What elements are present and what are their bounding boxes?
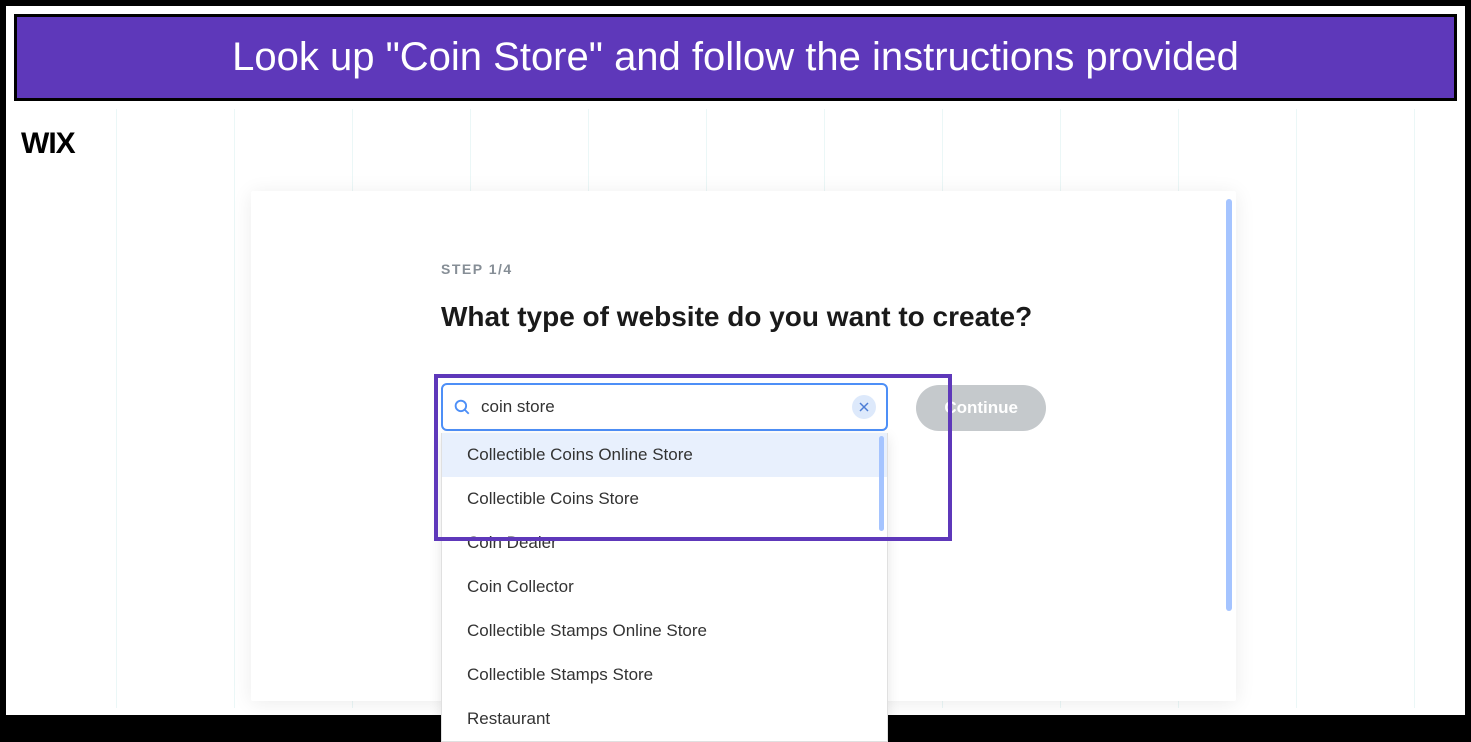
step-indicator: STEP 1/4 [441,261,1046,277]
page-frame: Look up "Coin Store" and follow the inst… [0,0,1471,721]
search-container: Collectible Coins Online Store Collectib… [441,383,888,431]
card-content: STEP 1/4 What type of website do you wan… [251,191,1236,431]
wix-logo: WIX [21,127,75,161]
suggestions-dropdown: Collectible Coins Online Store Collectib… [441,433,888,742]
suggestion-item[interactable]: Coin Dealer [442,521,887,565]
clear-search-button[interactable] [852,395,876,419]
suggestion-item[interactable]: Collectible Stamps Online Store [442,609,887,653]
onboarding-card: STEP 1/4 What type of website do you wan… [251,191,1236,701]
suggestion-item[interactable]: Collectible Coins Store [442,477,887,521]
dropdown-scrollbar[interactable] [879,436,884,531]
instruction-text: Look up "Coin Store" and follow the inst… [232,35,1239,79]
suggestion-item[interactable]: Restaurant [442,697,887,741]
card-scrollbar[interactable] [1226,199,1232,611]
content-area: WIX STEP 1/4 What type of website do you… [6,109,1465,708]
suggestion-item[interactable]: Coin Collector [442,565,887,609]
search-icon [453,398,471,416]
search-input[interactable] [481,397,852,417]
suggestion-item[interactable]: Collectible Stamps Store [442,653,887,697]
suggestion-item[interactable]: Collectible Coins Online Store [442,433,887,477]
continue-button[interactable]: Continue [916,385,1046,431]
page-heading: What type of website do you want to crea… [441,301,1046,333]
search-input-wrap[interactable] [441,383,888,431]
search-row: Collectible Coins Online Store Collectib… [441,383,1046,431]
instruction-banner: Look up "Coin Store" and follow the inst… [14,14,1457,101]
